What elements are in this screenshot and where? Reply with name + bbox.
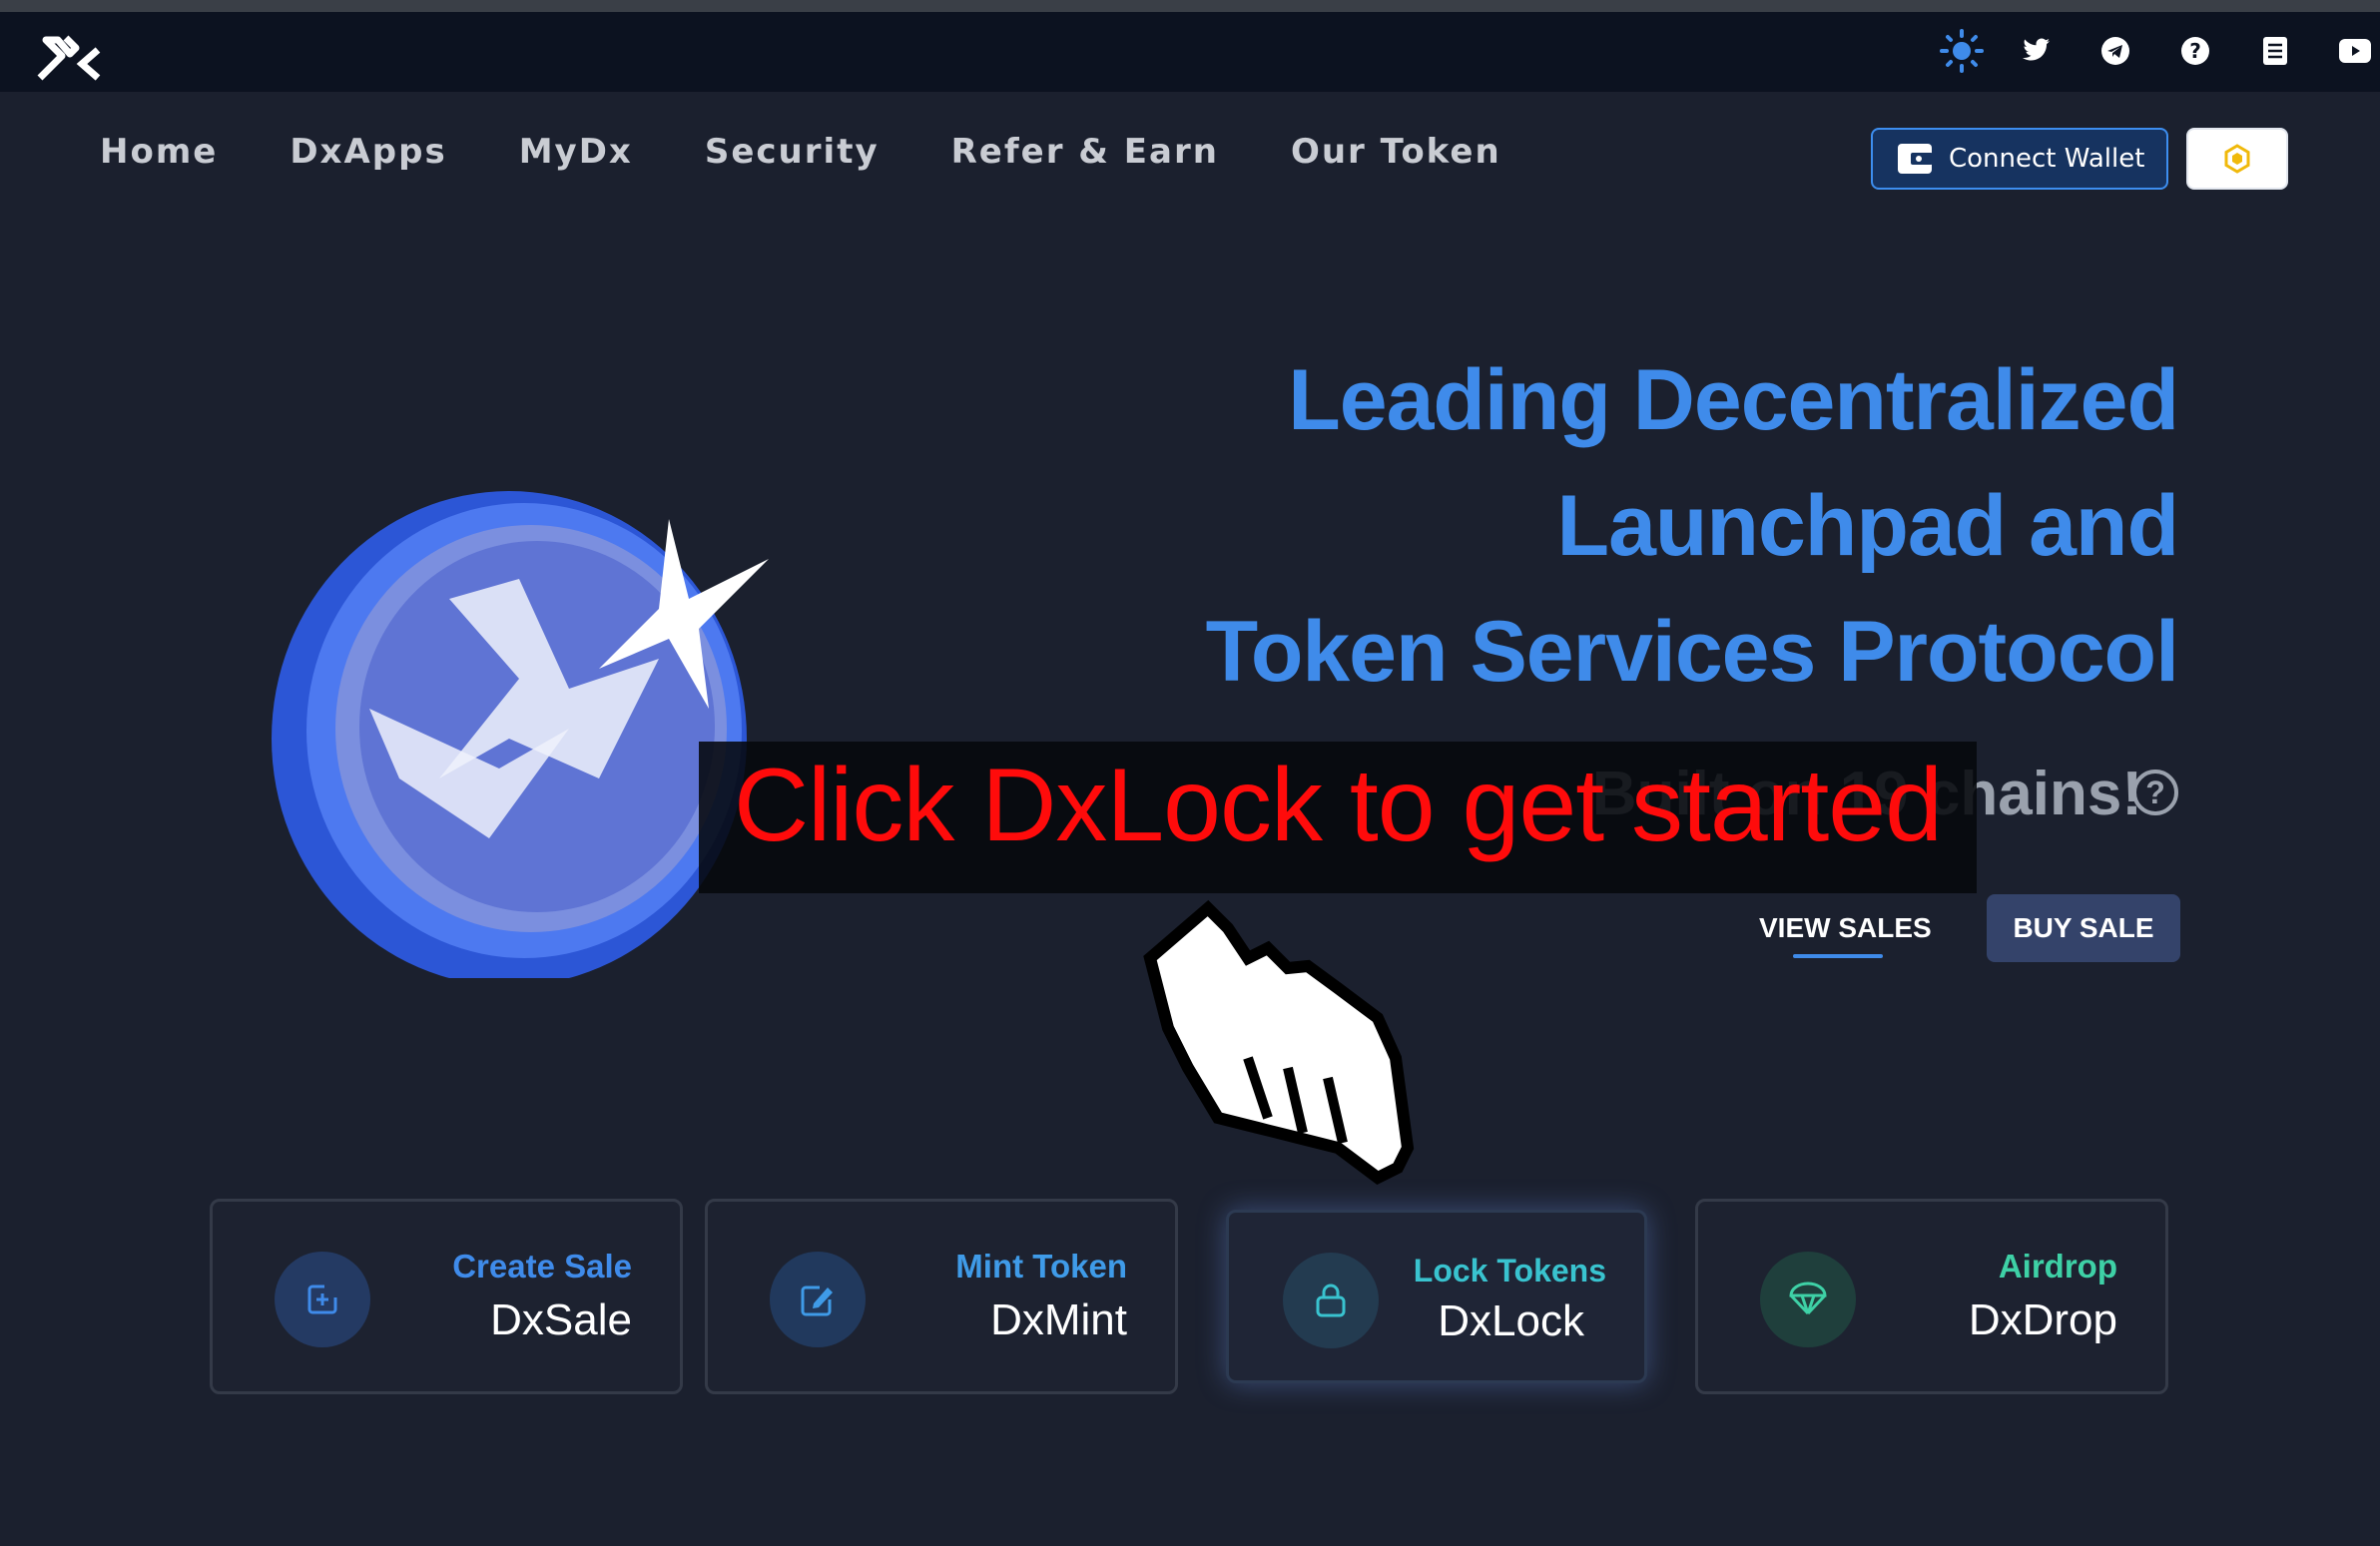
card-title-dxdrop: DxDrop [1968, 1295, 2117, 1344]
bnb-chain-icon [2224, 144, 2250, 174]
card-sub-lock-tokens: Lock Tokens [1413, 1253, 1606, 1288]
pointer-hand-icon [1143, 899, 1415, 1186]
twitter-icon[interactable] [2011, 26, 2061, 76]
connect-wallet-label: Connect Wallet [1949, 144, 2145, 174]
hero-title-line1: Leading Decentralized [1288, 352, 2179, 448]
help-icon[interactable]: ? [2170, 26, 2220, 76]
telegram-icon[interactable] [2090, 26, 2140, 76]
svg-text:?: ? [2189, 39, 2201, 63]
connect-wallet-button[interactable]: Connect Wallet [1871, 128, 2168, 190]
wallet-icon [1898, 144, 1933, 174]
card-title-dxmint: DxMint [990, 1295, 1127, 1344]
nav-our-token[interactable]: Our Token [1291, 132, 1501, 182]
docs-icon[interactable] [2250, 26, 2300, 76]
view-sales-underline [1793, 954, 1883, 958]
chain-selector-button[interactable] [2186, 128, 2288, 190]
card-dxmint[interactable]: Mint Token DxMint [705, 1199, 1178, 1394]
sun-icon[interactable] [1937, 26, 1987, 76]
card-sub-create-sale: Create Sale [452, 1248, 632, 1285]
main-nav: Home DxApps MyDx Security Refer & Earn O… [100, 132, 1573, 182]
lock-icon [1283, 1253, 1379, 1348]
view-sales-button[interactable]: VIEW SALES [1759, 912, 1932, 944]
hero-title-line2: Launchpad and [1556, 478, 2179, 574]
card-title-dxsale: DxSale [490, 1295, 632, 1344]
card-dxsale[interactable]: Create Sale DxSale [210, 1199, 683, 1394]
nav-refer-earn[interactable]: Refer & Earn [951, 132, 1219, 182]
edit-icon [770, 1252, 866, 1347]
create-sale-icon [275, 1252, 370, 1347]
youtube-icon[interactable] [2330, 26, 2380, 76]
card-sub-airdrop: Airdrop [1998, 1248, 2117, 1285]
nav-home[interactable]: Home [100, 132, 218, 182]
instruction-overlay-text: Click DxLock to get started [734, 748, 1943, 863]
buy-sale-button[interactable]: BUY SALE [1987, 894, 2180, 962]
hero-title-line3: Token Services Protocol [1205, 604, 2179, 700]
browser-top-strip [0, 0, 2380, 12]
card-title-dxlock: DxLock [1438, 1296, 1584, 1345]
nav-dxapps[interactable]: DxApps [290, 132, 446, 182]
dx-coin-illustration [272, 491, 769, 978]
chains-help-icon[interactable]: ? [2132, 770, 2178, 815]
dx-logo[interactable] [36, 34, 102, 82]
nav-security[interactable]: Security [705, 132, 880, 182]
card-dxdrop[interactable]: Airdrop DxDrop [1695, 1199, 2168, 1394]
card-sub-mint-token: Mint Token [955, 1248, 1127, 1285]
card-dxlock[interactable]: Lock Tokens DxLock [1226, 1210, 1647, 1383]
parachute-icon [1760, 1252, 1856, 1347]
nav-mydx[interactable]: MyDx [519, 132, 633, 182]
